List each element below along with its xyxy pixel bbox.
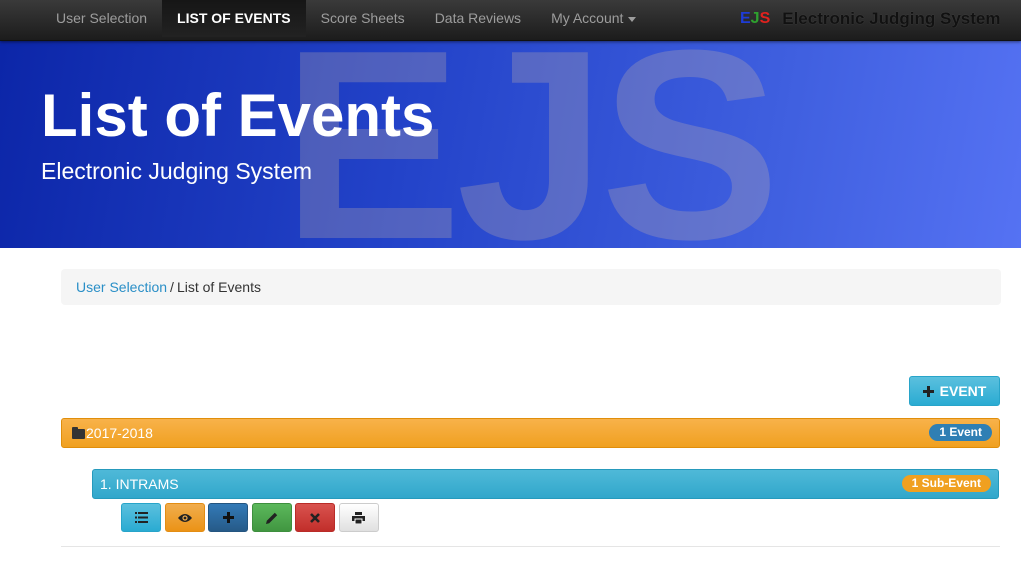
breadcrumb-current: List of Events — [176, 279, 261, 295]
eye-icon — [177, 513, 192, 522]
edit-event-button[interactable] — [251, 503, 292, 532]
event-label: 1. INTRAMS — [100, 476, 179, 492]
hero-banner: EJS List of Events Electronic Judging Sy… — [0, 41, 1021, 248]
page-subtitle: Electronic Judging System — [41, 158, 313, 184]
caret-down-icon — [628, 16, 637, 22]
year-group-panel[interactable]: 2017-2018 1 Event — [61, 418, 1000, 448]
print-event-button[interactable] — [338, 503, 379, 532]
top-navbar: User Selection LIST OF EVENTS Score Shee… — [0, 0, 1021, 41]
nav-item-list-of-events[interactable]: LIST OF EVENTS — [162, 0, 306, 37]
nav-item-score-sheets[interactable]: Score Sheets — [306, 0, 420, 37]
add-event-label: EVENT — [939, 383, 987, 399]
view-event-button[interactable] — [164, 503, 205, 532]
nav-item-data-reviews[interactable]: Data Reviews — [420, 0, 536, 37]
breadcrumb-separator: / — [170, 279, 174, 295]
event-count-badge: 1 Event — [929, 424, 992, 441]
event-panel[interactable]: 1. INTRAMS 1 Sub-Event — [92, 469, 999, 499]
nav-item-my-account[interactable]: My Account — [536, 0, 651, 37]
delete-event-button[interactable] — [295, 503, 335, 532]
list-sub-events-button[interactable] — [121, 503, 161, 532]
pencil-icon — [265, 512, 277, 524]
ejs-logo: EJS — [740, 10, 771, 27]
breadcrumb-link-user-selection[interactable]: User Selection — [76, 279, 167, 295]
print-icon — [352, 511, 365, 524]
add-event-button[interactable]: EVENT — [909, 376, 1000, 406]
breadcrumb: User Selection / List of Events — [61, 269, 1001, 305]
plus-icon — [222, 512, 234, 523]
nav-item-user-selection[interactable]: User Selection — [41, 0, 162, 37]
my-account-label: My Account — [551, 10, 624, 26]
nav-menu: User Selection LIST OF EVENTS Score Shee… — [41, 0, 651, 41]
add-sub-event-button[interactable] — [208, 503, 248, 532]
year-group-label: 2017-2018 — [86, 425, 153, 441]
sub-event-count-badge: 1 Sub-Event — [901, 475, 991, 492]
list-icon — [134, 512, 148, 523]
page-title: List of Events — [41, 82, 435, 149]
event-actions — [121, 503, 382, 532]
plus-icon — [922, 386, 934, 397]
section-divider — [61, 546, 1000, 547]
brand[interactable]: EJS Electronic Judging System — [740, 8, 1000, 30]
brand-title: Electronic Judging System — [782, 9, 1001, 28]
folder-icon — [72, 427, 85, 439]
remove-icon — [310, 512, 320, 523]
